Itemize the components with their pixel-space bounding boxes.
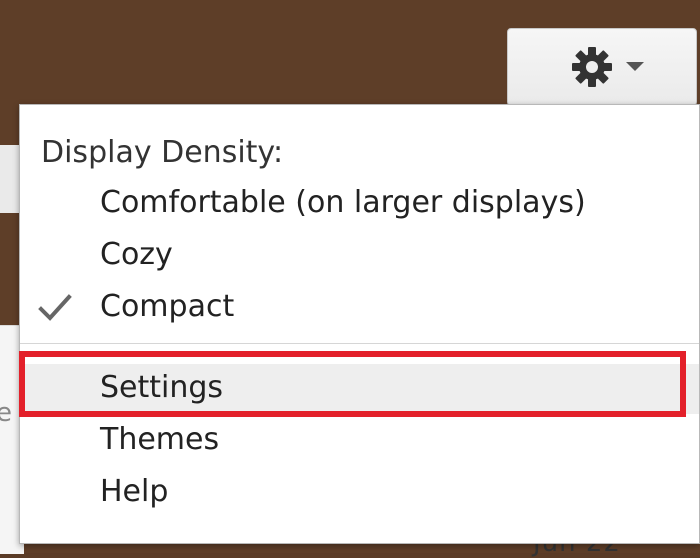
gear-icon xyxy=(572,47,612,87)
menu-item-label: Compact xyxy=(100,289,235,324)
menu-item-compact[interactable]: Compact xyxy=(20,283,699,333)
partial-text: e xyxy=(0,398,12,428)
menu-item-help[interactable]: Help xyxy=(20,468,699,518)
menu-item-label: Help xyxy=(100,474,169,509)
menu-divider xyxy=(20,343,699,344)
settings-gear-button[interactable] xyxy=(507,28,697,106)
chevron-down-icon xyxy=(626,62,644,71)
checkmark-icon xyxy=(38,294,72,321)
menu-item-comfortable[interactable]: Comfortable (on larger displays) xyxy=(20,179,699,229)
settings-dropdown-menu: Display Density: Comfortable (on larger … xyxy=(19,104,700,544)
display-density-heading: Display Density: xyxy=(41,135,284,170)
menu-item-themes[interactable]: Themes xyxy=(20,416,699,466)
menu-item-label: Settings xyxy=(100,370,224,405)
menu-item-label: Themes xyxy=(100,422,220,457)
menu-item-label: Comfortable (on larger displays) xyxy=(100,185,586,220)
menu-item-label: Cozy xyxy=(100,237,173,272)
menu-item-cozy[interactable]: Cozy xyxy=(20,231,699,281)
menu-item-settings[interactable]: Settings xyxy=(20,364,699,414)
